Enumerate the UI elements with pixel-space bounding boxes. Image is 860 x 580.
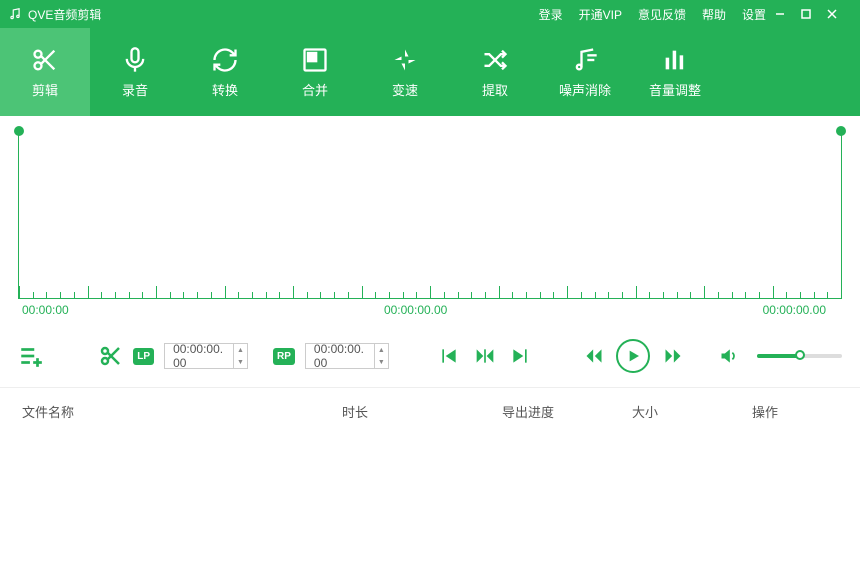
forward-button[interactable] <box>660 341 685 371</box>
app-logo-icon <box>8 7 22 21</box>
volume-slider[interactable] <box>757 354 842 358</box>
link-feedback[interactable]: 意见反馈 <box>638 6 686 23</box>
nav-extract[interactable]: 提取 <box>450 28 540 116</box>
nav-convert[interactable]: 转换 <box>180 28 270 116</box>
minimize-button[interactable] <box>774 8 800 20</box>
play-button[interactable] <box>616 339 650 373</box>
link-login[interactable]: 登录 <box>539 6 563 23</box>
selection-handle-left[interactable] <box>14 126 24 136</box>
time-start: 00:00:00 <box>22 303 69 317</box>
maximize-button[interactable] <box>800 8 826 20</box>
close-button[interactable] <box>826 8 852 20</box>
scissors-icon <box>31 46 59 74</box>
trim-inward-button[interactable] <box>472 341 497 371</box>
lp-badge[interactable]: LP <box>133 348 154 365</box>
microphone-icon <box>121 46 149 74</box>
shuffle-icon <box>481 46 509 74</box>
convert-icon <box>211 46 239 74</box>
merge-icon <box>301 46 329 74</box>
goto-end-button[interactable] <box>508 341 533 371</box>
nav-speed[interactable]: 变速 <box>360 28 450 116</box>
nav-record[interactable]: 录音 <box>90 28 180 116</box>
nav-label: 变速 <box>392 80 418 99</box>
rp-time-input[interactable]: 00:00:00. 00 ▲▼ <box>305 343 389 369</box>
col-progress: 导出进度 <box>502 402 632 421</box>
col-filename: 文件名称 <box>22 402 342 421</box>
rp-spin-up[interactable]: ▲ <box>375 344 388 356</box>
link-settings[interactable]: 设置 <box>742 6 766 23</box>
waveform-area: 00:00:00 00:00:00.00 00:00:00.00 <box>0 116 860 321</box>
volume-thumb[interactable] <box>795 350 805 360</box>
app-title: QVE音频剪辑 <box>28 6 101 23</box>
nav-label: 录音 <box>122 80 148 99</box>
nav-volume[interactable]: 音量调整 <box>630 28 720 116</box>
nav-denoise[interactable]: 噪声消除 <box>540 28 630 116</box>
speed-icon <box>391 46 419 74</box>
cut-button[interactable] <box>98 341 123 371</box>
waveform-track[interactable] <box>18 134 842 299</box>
lp-spin-down[interactable]: ▼ <box>234 356 247 368</box>
link-help[interactable]: 帮助 <box>702 6 726 23</box>
file-table-header: 文件名称 时长 导出进度 大小 操作 <box>0 387 860 435</box>
nav-label: 提取 <box>482 80 508 99</box>
nav-label: 音量调整 <box>649 80 701 99</box>
nav-label: 合并 <box>302 80 328 99</box>
add-track-button[interactable] <box>18 341 44 371</box>
lp-time-input[interactable]: 00:00:00. 00 ▲▼ <box>164 343 248 369</box>
volume-icon[interactable] <box>716 341 741 371</box>
rp-time-value: 00:00:00. 00 <box>306 342 374 370</box>
link-vip[interactable]: 开通VIP <box>579 6 622 23</box>
col-ops: 操作 <box>752 402 838 421</box>
time-current: 00:00:00.00 <box>384 303 447 317</box>
rp-badge[interactable]: RP <box>273 348 295 365</box>
time-end: 00:00:00.00 <box>763 303 826 317</box>
time-ruler <box>19 284 841 298</box>
selection-handle-right[interactable] <box>836 126 846 136</box>
nav-cut[interactable]: 剪辑 <box>0 28 90 116</box>
equalizer-icon <box>661 46 689 74</box>
col-duration: 时长 <box>342 402 502 421</box>
goto-start-button[interactable] <box>437 341 462 371</box>
denoise-icon <box>571 46 599 74</box>
lp-time-value: 00:00:00. 00 <box>165 342 233 370</box>
edit-toolbar: LP 00:00:00. 00 ▲▼ RP 00:00:00. 00 ▲▼ <box>0 321 860 387</box>
nav-label: 转换 <box>212 80 238 99</box>
title-bar: QVE音频剪辑 登录 开通VIP 意见反馈 帮助 设置 <box>0 0 860 28</box>
col-size: 大小 <box>632 402 752 421</box>
main-nav: 剪辑 录音 转换 合并 变速 提取 噪声消除 音量调整 <box>0 28 860 116</box>
nav-label: 剪辑 <box>32 80 58 99</box>
nav-label: 噪声消除 <box>559 80 611 99</box>
lp-spin-up[interactable]: ▲ <box>234 344 247 356</box>
rp-spin-down[interactable]: ▼ <box>375 356 388 368</box>
nav-merge[interactable]: 合并 <box>270 28 360 116</box>
rewind-button[interactable] <box>581 341 606 371</box>
